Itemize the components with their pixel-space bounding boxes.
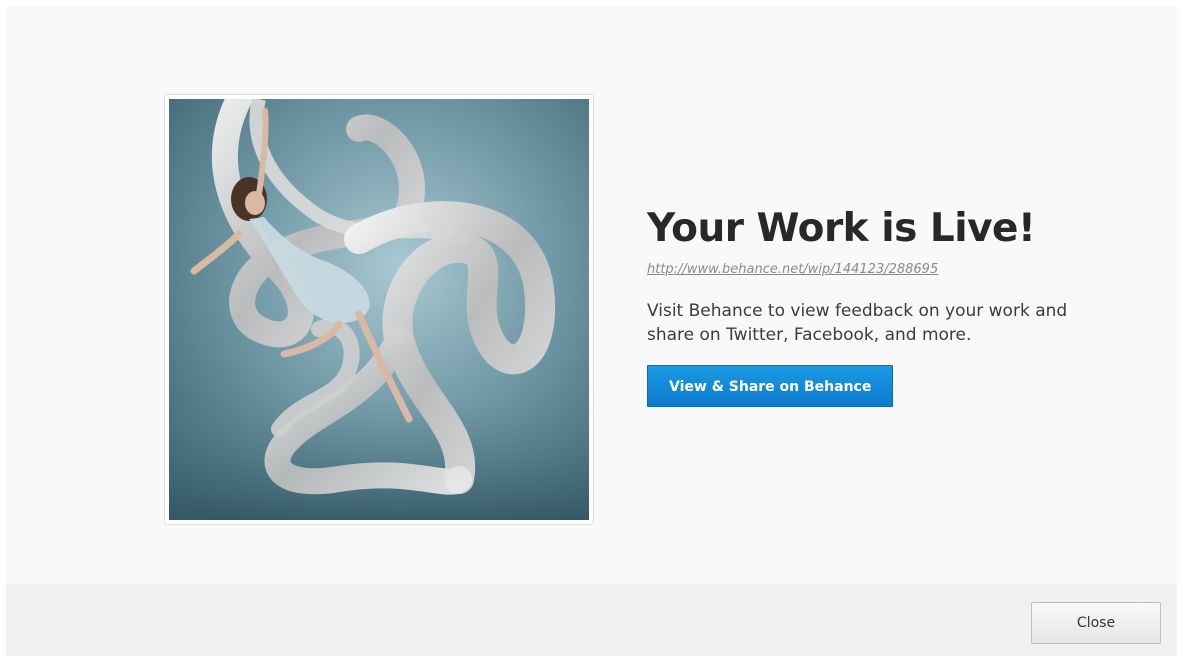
dialog-title: Your Work is Live! <box>647 206 1036 251</box>
dialog-footer: Close <box>6 584 1177 656</box>
publish-dialog: Your Work is Live! http://www.behance.ne… <box>6 6 1177 656</box>
dialog-content: Your Work is Live! http://www.behance.ne… <box>6 6 1177 584</box>
dialog-description: Visit Behance to view feedback on your w… <box>647 301 1068 345</box>
close-button[interactable]: Close <box>1031 602 1161 644</box>
project-url-link[interactable]: http://www.behance.net/wip/144123/288695 <box>647 262 1117 277</box>
view-share-behance-button[interactable]: View & Share on Behance <box>647 365 894 407</box>
artwork-thumbnail <box>169 99 589 520</box>
artwork-image <box>169 99 589 520</box>
artwork-thumbnail-frame <box>164 94 594 525</box>
publish-info: Your Work is Live! http://www.behance.ne… <box>647 206 1117 407</box>
